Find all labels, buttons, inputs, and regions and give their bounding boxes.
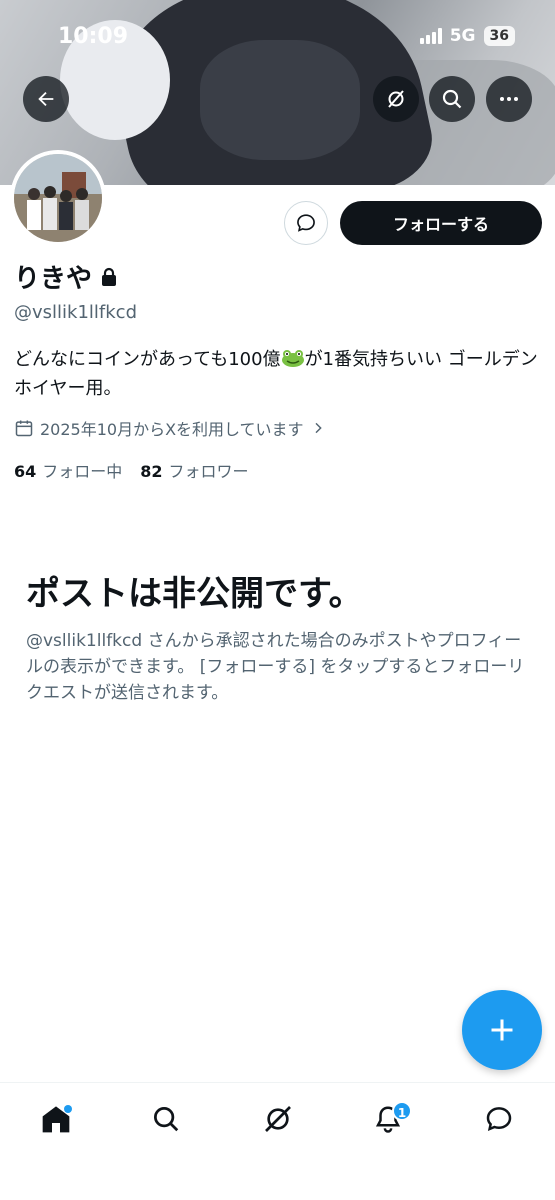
private-notice-description: @vsllik1llfkcd さんから承認された場合のみポストやプロフィールの表… [26, 631, 525, 703]
avatar-photo [14, 154, 102, 242]
chevron-right-icon [315, 422, 322, 434]
frog-emoji-icon [281, 350, 304, 367]
search-icon [442, 89, 462, 109]
nav-home[interactable] [36, 1099, 76, 1139]
display-name: りきや [14, 258, 118, 295]
nav-notifications[interactable]: 1 [368, 1099, 412, 1139]
joined-text: 2025年10月からXを利用しています [40, 420, 304, 439]
followers-link[interactable]: 82 フォロワー [140, 458, 248, 482]
back-button[interactable] [23, 76, 69, 122]
bio: どんなにコインがあっても100億 が1番気持ちいい ゴールデンホイヤー用。 [14, 345, 544, 403]
compose-button[interactable] [462, 990, 542, 1070]
plus-icon [491, 1019, 513, 1041]
network-type: 5G [449, 26, 476, 46]
message-bubble-icon [297, 214, 315, 232]
status-time: 10:09 [58, 24, 129, 49]
calendar-icon [15, 420, 33, 437]
follow-button[interactable]: フォローする [340, 201, 542, 245]
search-button[interactable] [429, 76, 475, 122]
home-unread-dot [64, 1105, 72, 1113]
more-icon [500, 97, 518, 101]
nav-search[interactable] [146, 1099, 186, 1139]
status-indicators: 5G 36 [419, 26, 515, 46]
message-button[interactable] [284, 201, 328, 245]
signal-icon [419, 28, 442, 44]
private-notice-title: ポストは非公開です。 [26, 574, 363, 614]
bio-text-start: どんなにコインがあっても100億 [14, 349, 281, 370]
display-name-text: りきや [14, 264, 93, 294]
bottom-nav: 1 [0, 1082, 555, 1200]
grok-icon [265, 1106, 291, 1132]
nav-grok[interactable] [258, 1099, 298, 1139]
messages-icon [486, 1107, 512, 1132]
search-icon [154, 1107, 179, 1132]
handle: @vsllik1llfkcd [14, 302, 137, 323]
avatar[interactable] [10, 150, 106, 246]
arrow-left-icon [38, 91, 54, 107]
follow-stats: 64 フォロー中 82 フォロワー [14, 458, 249, 482]
more-button[interactable] [486, 76, 532, 122]
battery-icon: 36 [483, 26, 515, 46]
lock-icon [102, 267, 117, 286]
grok-button[interactable] [373, 76, 419, 122]
following-link[interactable]: 64 フォロー中 [14, 458, 122, 482]
grok-icon [388, 90, 404, 108]
nav-messages[interactable] [479, 1099, 519, 1139]
notification-badge: 1 [392, 1101, 412, 1121]
joined-date[interactable]: 2025年10月からXを利用しています [14, 416, 326, 440]
